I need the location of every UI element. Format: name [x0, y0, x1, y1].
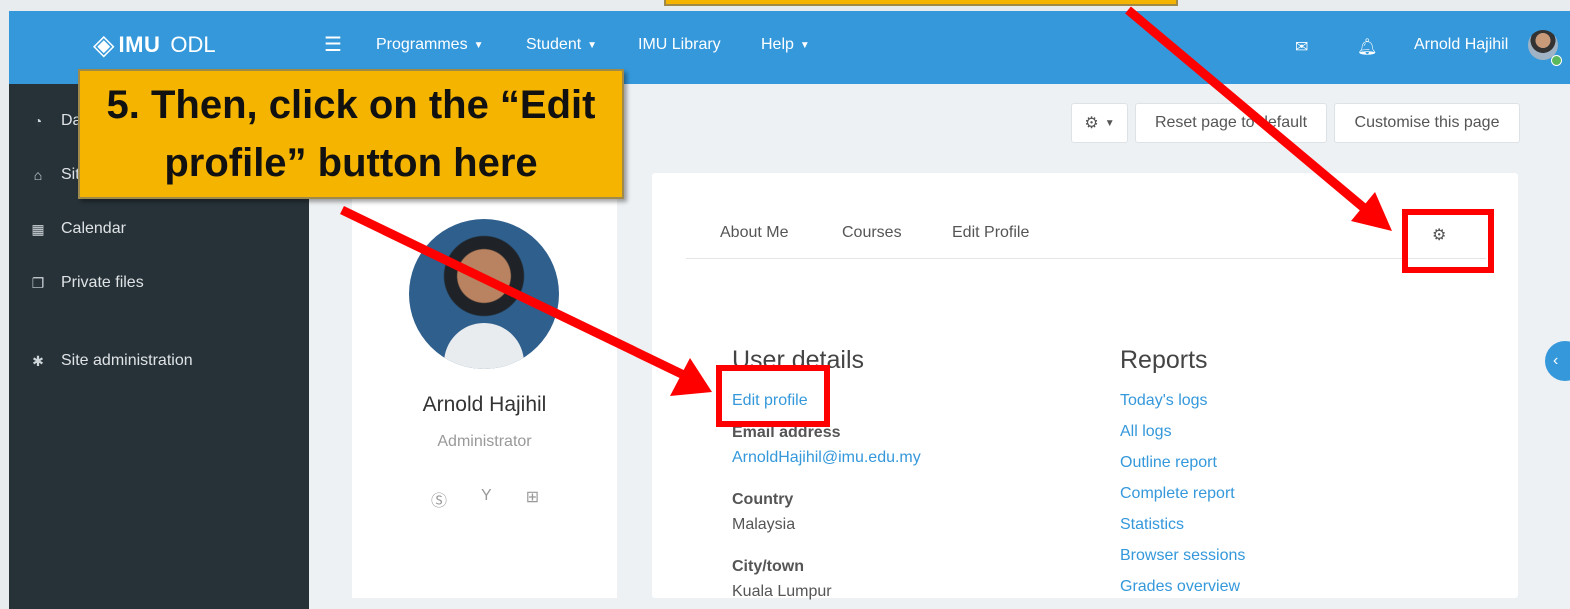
arrow-head-edit-profile — [670, 358, 712, 396]
arrow-to-edit-profile — [340, 205, 692, 383]
arrow-to-gear — [1125, 6, 1373, 217]
annotation-arrows — [340, 6, 1392, 396]
